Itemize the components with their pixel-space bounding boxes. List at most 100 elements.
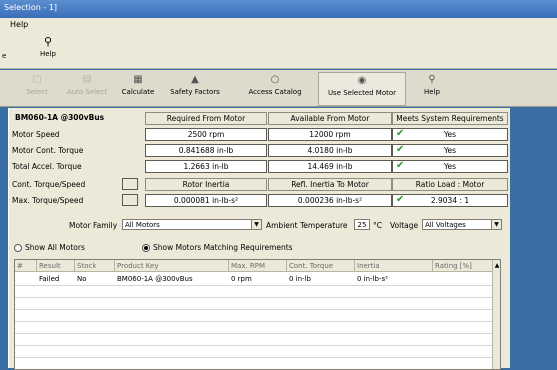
grid-line <box>15 285 493 286</box>
access-catalog-button[interactable]: ○ Access Catalog <box>240 72 310 104</box>
grid-header-result[interactable]: Result <box>37 260 75 272</box>
grid-header-stock[interactable]: Stock <box>75 260 115 272</box>
ratio-header: Ratio Load : Motor <box>392 178 508 191</box>
row-inertia: 0 in-lb-s² <box>357 275 388 283</box>
radio-row: Show All Motors Show Motors Matching Req… <box>9 241 510 253</box>
ambient-temperature-label: Ambient Temperature <box>266 221 348 230</box>
help-button-label: Help <box>40 50 56 58</box>
required-header: Required From Motor <box>145 112 267 125</box>
grid-header-rating[interactable]: Rating [%] <box>433 260 493 272</box>
radio-selected-icon <box>142 244 150 252</box>
help-button-label: Help <box>424 88 440 96</box>
grid-line <box>15 321 493 322</box>
rotor-inertia-value: 0.000081 in-lb-s² <box>145 194 267 207</box>
auto-select-icon: ▤ <box>82 74 92 85</box>
grid-line <box>15 345 493 346</box>
use-selected-motor-button[interactable]: ◉ Use Selected Motor <box>318 72 406 106</box>
chevron-down-icon: ▼ <box>251 220 261 229</box>
scroll-up-icon[interactable]: ▲ <box>493 260 500 272</box>
grid-header-product-key[interactable]: Product Key <box>115 260 229 272</box>
accel-torque-row: Total Accel. Torque 1.2663 in-lb 14.469 … <box>9 160 510 173</box>
max-torque-row: Max. Torque/Speed 0.000081 in-lb-s² 0.00… <box>9 194 510 207</box>
row-max-rpm: 0 rpm <box>231 275 252 283</box>
motor-speed-meets-text: Yes <box>443 130 457 139</box>
cont-torque-meets: ✔ Yes <box>392 144 508 157</box>
help-icon: ⚲ <box>428 74 436 85</box>
header-row: BM060-1A @300vBus Required From Motor Av… <box>9 112 510 125</box>
menu-help[interactable]: Help <box>10 20 28 29</box>
motor-family-label: Motor Family <box>69 221 118 230</box>
refl-inertia-header: Refl. Inertia To Motor <box>268 178 392 191</box>
radio-icon: ○ <box>270 74 280 85</box>
accel-torque-required: 1.2663 in-lb <box>145 160 267 173</box>
select-button-label: Select <box>26 88 48 96</box>
cont-torque-available: 4.0180 in-lb <box>268 144 392 157</box>
top-toolbar: e ⚲ Help <box>0 32 557 69</box>
voltage-label: Voltage <box>390 221 419 230</box>
motor-speed-available: 12000 rpm <box>268 128 392 141</box>
check-icon: ✔ <box>396 144 405 155</box>
rotor-inertia-header: Rotor Inertia <box>145 178 267 191</box>
show-all-radio[interactable]: Show All Motors <box>14 243 85 252</box>
grid-header-inertia[interactable]: Inertia <box>355 260 433 272</box>
cont-torque-row: Motor Cont. Torque 0.841688 in-lb 4.0180… <box>9 144 510 157</box>
grid-line <box>15 357 493 358</box>
radio-selected-icon: ◉ <box>357 75 367 86</box>
ambient-unit: °C <box>373 221 382 230</box>
check-icon: ✔ <box>396 160 405 171</box>
select-icon: ▢ <box>32 74 42 85</box>
toolbar-left-stub[interactable]: e <box>2 52 6 60</box>
help-button[interactable]: ⚲ Help <box>417 72 447 104</box>
refl-inertia-value: 0.000236 in-lb-s² <box>268 194 392 207</box>
max-torque-label: Max. Torque/Speed <box>12 196 84 205</box>
help-button-top[interactable]: ⚲ Help <box>38 34 58 58</box>
ratio-value: ✔ 2.9034 : 1 <box>392 194 508 207</box>
meets-header: Meets System Requirements <box>392 112 508 125</box>
access-catalog-button-label: Access Catalog <box>248 88 302 96</box>
ambient-temperature-input[interactable]: 25 <box>354 219 370 230</box>
grid-header-max-rpm[interactable]: Max. RPM <box>229 260 287 272</box>
accel-torque-meets-text: Yes <box>443 162 457 171</box>
show-matching-label: Show Motors Matching Requirements <box>153 243 293 252</box>
max-torque-speed-button[interactable] <box>122 194 138 206</box>
grid-header-cont-torque[interactable]: Cont. Torque <box>287 260 355 272</box>
motor-speed-required: 2500 rpm <box>145 128 267 141</box>
auto-select-button[interactable]: ▤ Auto Select <box>62 72 112 104</box>
select-button[interactable]: ▢ Select <box>22 72 52 104</box>
motor-family-select[interactable]: All Motors ▼ <box>122 219 262 230</box>
window-title: Selection - 1] <box>4 3 58 12</box>
grid-line <box>15 297 493 298</box>
cont-torque-speed-label: Cont. Torque/Speed <box>12 180 86 189</box>
help-icon: ⚲ <box>43 35 53 48</box>
cont-torque-label: Motor Cont. Torque <box>12 146 84 155</box>
main-toolbar: ▢ Select ▤ Auto Select ▦ Calculate ▲ Saf… <box>0 70 557 107</box>
grid-line <box>15 333 493 334</box>
calculate-button[interactable]: ▦ Calculate <box>118 72 158 104</box>
check-icon: ✔ <box>396 128 405 139</box>
grid-header-num[interactable]: # <box>15 260 37 272</box>
grid-line <box>15 309 493 310</box>
cont-torque-speed-button[interactable] <box>122 178 138 190</box>
show-all-label: Show All Motors <box>25 243 85 252</box>
calculator-icon: ▦ <box>133 74 143 85</box>
voltage-value: All Voltages <box>425 221 466 229</box>
motor-speed-label: Motor Speed <box>12 130 60 139</box>
radio-icon <box>14 244 22 252</box>
check-icon: ✔ <box>396 194 405 205</box>
accel-torque-label: Total Accel. Torque <box>12 162 82 171</box>
title-bar: Selection - 1] <box>0 0 557 18</box>
row-cont-torque: 0 in-lb <box>289 275 311 283</box>
accel-torque-available: 14.469 in-lb <box>268 160 392 173</box>
motor-title: BM060-1A @300vBus <box>15 113 105 122</box>
row-result: Failed <box>39 275 60 283</box>
cont-torque-required: 0.841688 in-lb <box>145 144 267 157</box>
show-matching-radio[interactable]: Show Motors Matching Requirements <box>142 243 293 252</box>
row-product-key: BM060-1A @300vBus <box>117 275 193 283</box>
triangle-icon: ▲ <box>191 74 199 85</box>
row-stock: No <box>77 275 87 283</box>
use-selected-motor-button-label: Use Selected Motor <box>327 89 397 97</box>
safety-factors-button[interactable]: ▲ Safety Factors <box>163 72 227 104</box>
voltage-select[interactable]: All Voltages ▼ <box>422 219 502 230</box>
grid-scrollbar[interactable]: ▲ <box>492 260 500 369</box>
auto-select-button-label: Auto Select <box>66 88 108 96</box>
